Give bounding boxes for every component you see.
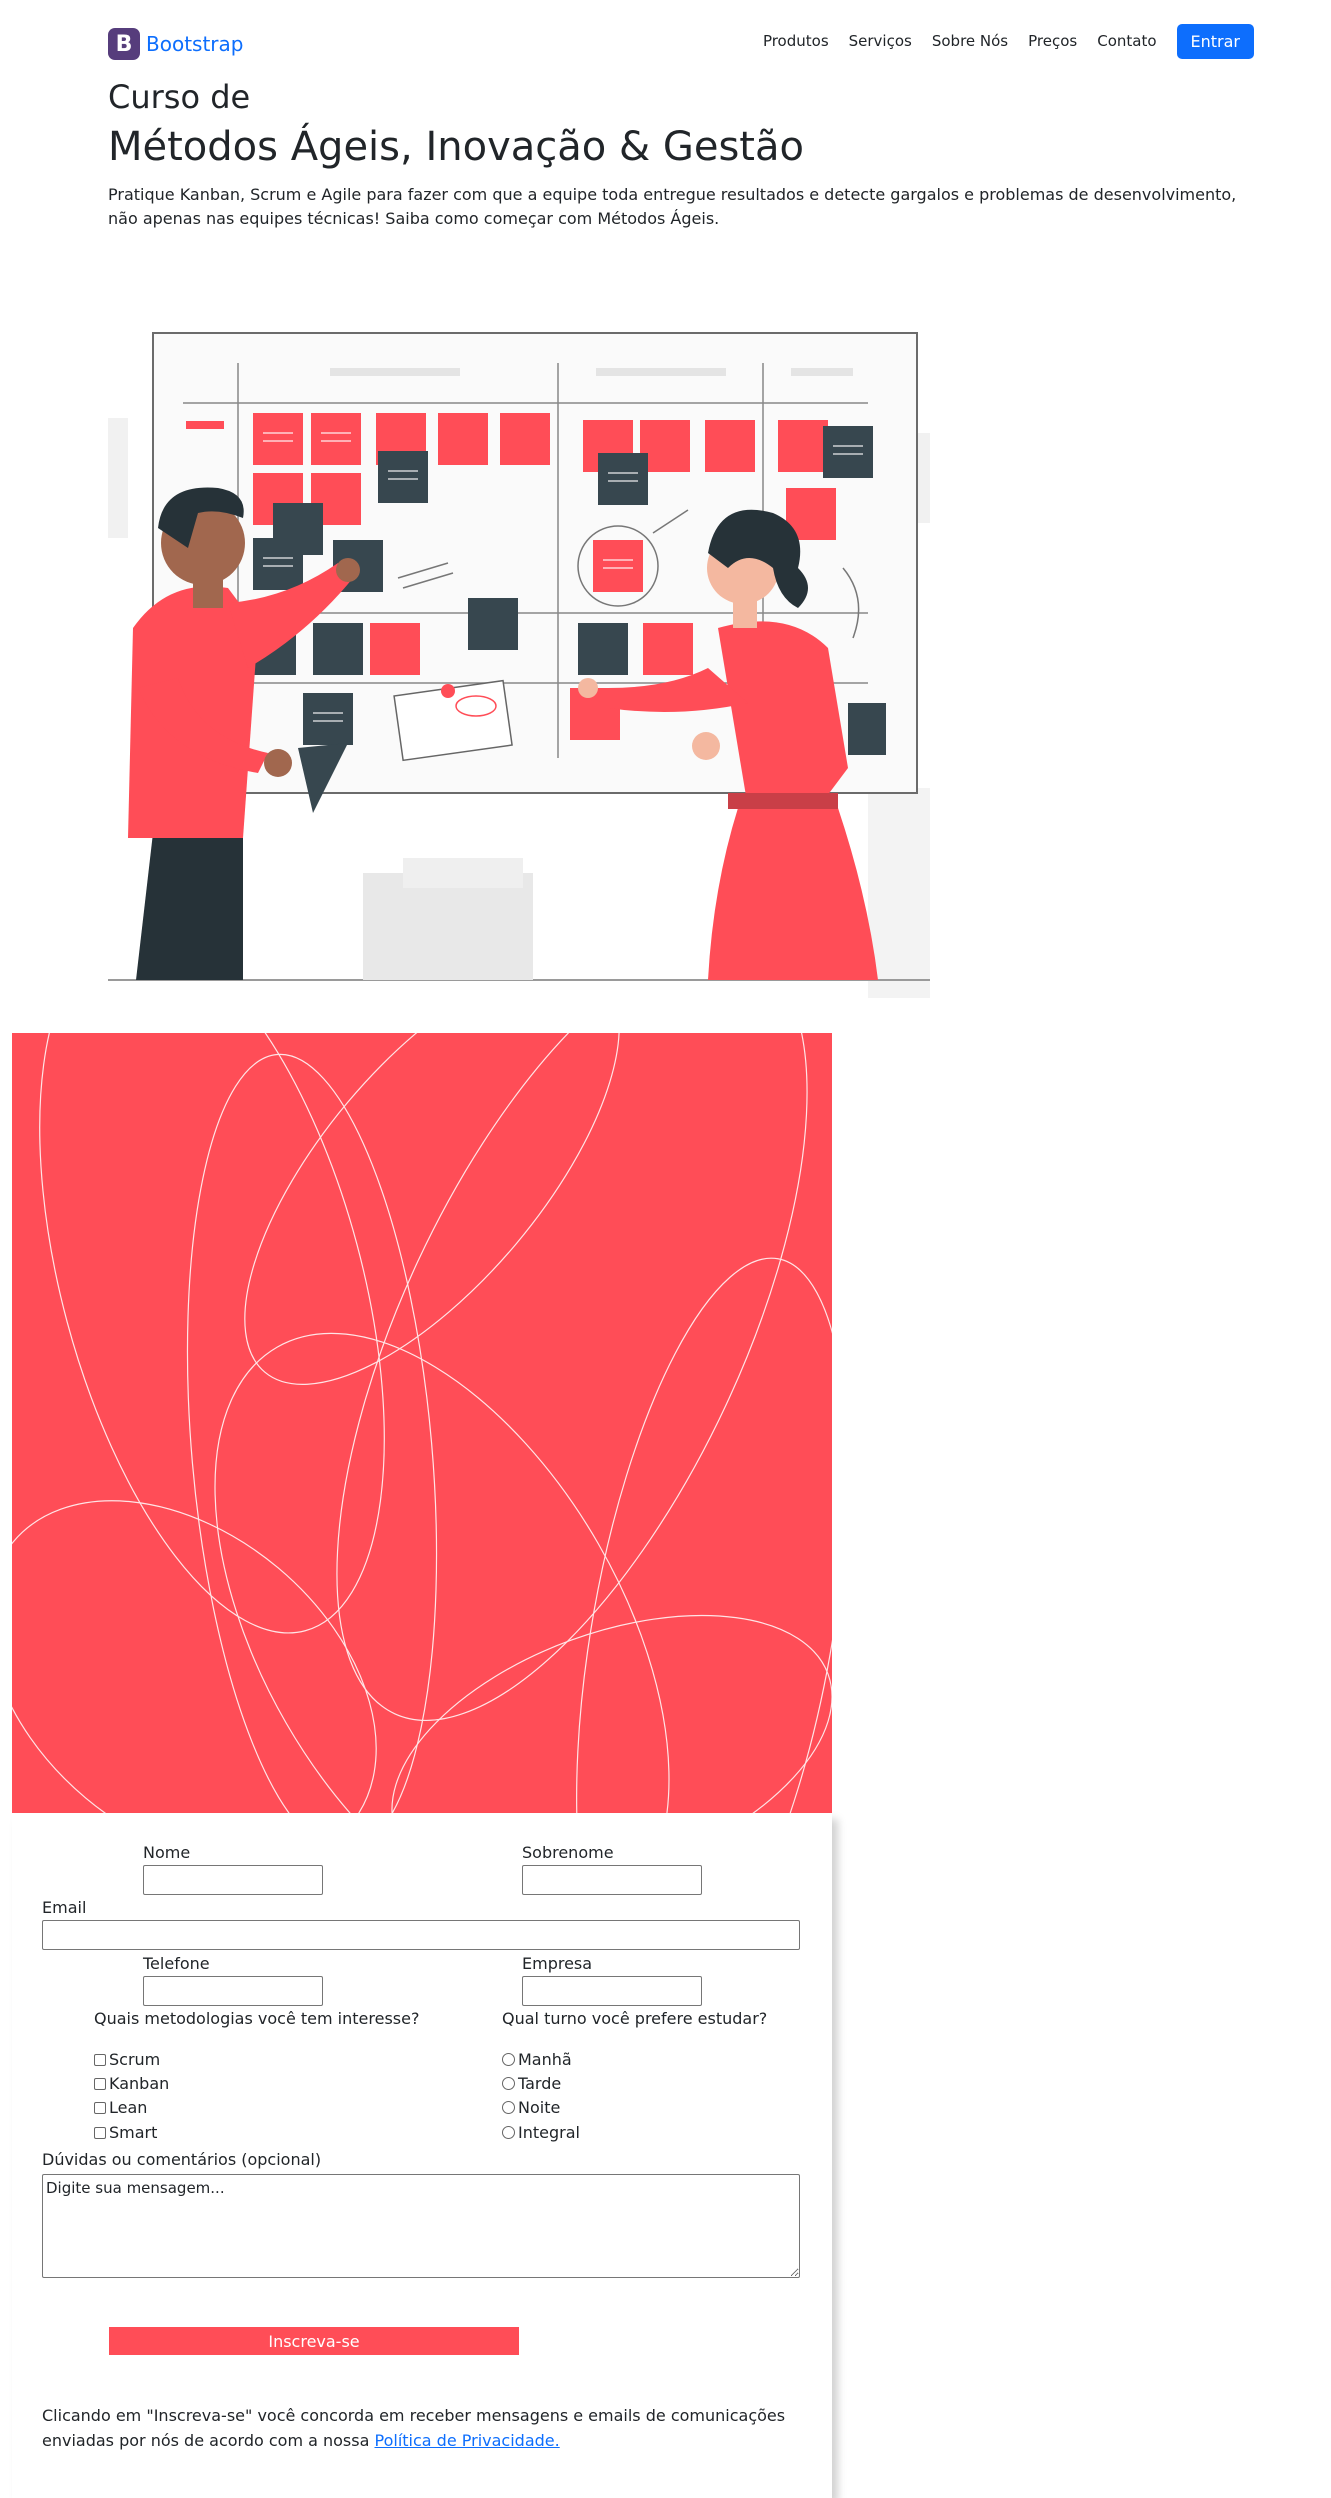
comments-textarea[interactable]: Digite sua mensagem... [42, 2174, 800, 2278]
phone-label: Telefone [143, 1954, 210, 1973]
kanban-team-illustration [108, 248, 930, 1026]
last-name-label: Sobrenome [522, 1843, 614, 1862]
comments-label: Dúvidas ou comentários (opcional) [42, 2150, 322, 2169]
radio-button[interactable] [502, 2126, 515, 2139]
signup-form: Nome Sobrenome Email Telefone Empresa Qu… [12, 1813, 832, 2498]
bootstrap-logo-icon: B [108, 28, 140, 60]
shift-option-manha[interactable]: Manhã [502, 2050, 572, 2069]
brand-name: Bootstrap [146, 32, 244, 56]
company-label: Empresa [522, 1954, 593, 1973]
method-option-scrum[interactable]: Scrum [94, 2050, 160, 2069]
shift-option-integral[interactable]: Integral [502, 2123, 580, 2142]
privacy-policy-link[interactable]: Política de Privacidade. [375, 2431, 560, 2450]
hero-title: Métodos Ágeis, Inovação & Gestão [108, 124, 804, 170]
nav-item-precos[interactable]: Preços [1028, 32, 1077, 50]
company-input[interactable] [522, 1976, 702, 2006]
nav-menu: Produtos Serviços Sobre Nós Preços Conta… [743, 22, 1254, 60]
email-label: Email [42, 1898, 87, 1917]
nav-item-contato[interactable]: Contato [1097, 32, 1156, 50]
subscribe-button[interactable]: Inscreva-se [109, 2327, 519, 2355]
last-name-input[interactable] [522, 1865, 702, 1895]
shift-question: Qual turno você prefere estudar? [502, 2009, 768, 2028]
hero-lead: Pratique Kanban, Scrum e Agile para faze… [108, 185, 1237, 228]
checkbox[interactable] [94, 2077, 106, 2090]
radio-button[interactable] [502, 2077, 515, 2090]
method-option-kanban[interactable]: Kanban [94, 2074, 169, 2093]
shift-option-noite[interactable]: Noite [502, 2098, 560, 2117]
checkbox[interactable] [94, 2126, 106, 2139]
shift-option-tarde[interactable]: Tarde [502, 2074, 561, 2093]
navbar: B Bootstrap Produtos Serviços Sobre Nós … [108, 22, 1254, 66]
brand-link[interactable]: B Bootstrap [108, 28, 243, 60]
hero-subtitle: Curso de [108, 78, 251, 116]
radio-button[interactable] [502, 2101, 515, 2114]
first-name-input[interactable] [143, 1865, 323, 1895]
phone-input[interactable] [143, 1976, 323, 2006]
checkbox[interactable] [94, 2053, 106, 2066]
email-input[interactable] [42, 1920, 800, 1950]
first-name-label: Nome [143, 1843, 191, 1862]
methods-question: Quais metodologias você tem interesse? [94, 2009, 420, 2028]
method-option-smart[interactable]: Smart [94, 2123, 157, 2142]
method-option-lean[interactable]: Lean [94, 2098, 147, 2117]
nav-item-produtos[interactable]: Produtos [763, 32, 829, 50]
terms-text: Clicando em "Inscreva-se" você concorda … [42, 2406, 786, 2450]
login-button[interactable]: Entrar [1176, 23, 1254, 59]
nav-item-sobre-nos[interactable]: Sobre Nós [932, 32, 1008, 50]
decorative-red-panel [12, 1033, 832, 1813]
checkbox[interactable] [94, 2101, 106, 2114]
radio-button[interactable] [502, 2053, 515, 2066]
nav-item-servicos[interactable]: Serviços [849, 32, 912, 50]
signup-card: Nome Sobrenome Email Telefone Empresa Qu… [12, 1813, 832, 2498]
